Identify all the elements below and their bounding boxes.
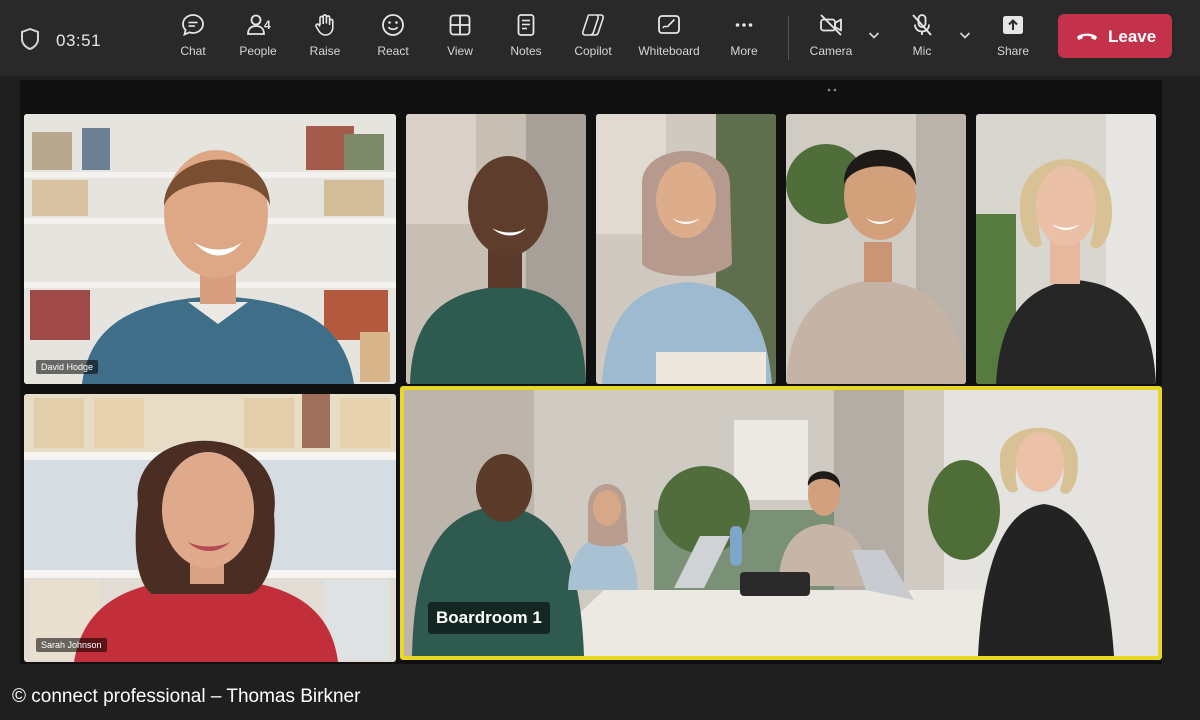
people-button[interactable]: 4 People xyxy=(226,12,290,68)
meeting-timer: 03:51 xyxy=(56,31,102,50)
copilot-label: Copilot xyxy=(574,44,612,58)
shield-icon xyxy=(21,28,39,50)
chat-button[interactable]: Chat xyxy=(161,12,225,68)
notes-button[interactable]: Notes xyxy=(494,12,558,68)
participant-video xyxy=(976,114,1156,384)
image-credit: © connect professional – Thomas Birkner xyxy=(12,686,361,707)
participant-name: David Hodge xyxy=(36,360,99,374)
raise-hand-icon xyxy=(315,14,334,36)
whiteboard-button[interactable]: Whiteboard xyxy=(634,12,704,68)
participant-name: Sarah Johnson xyxy=(36,638,107,652)
hang-up-phone-icon xyxy=(1077,33,1097,40)
participant-video xyxy=(24,114,396,384)
participant-video xyxy=(596,114,776,384)
room-name-label: Boardroom 1 xyxy=(428,602,550,634)
view-label: View xyxy=(447,44,473,58)
mic-off-icon xyxy=(912,14,932,36)
participant-video xyxy=(24,394,396,662)
camera-options-chevron-icon[interactable] xyxy=(867,28,881,42)
chat-icon xyxy=(182,14,204,37)
react-label: React xyxy=(377,44,409,58)
participant-tile-sarah-johnson[interactable]: Sarah Johnson xyxy=(24,394,396,662)
people-label: People xyxy=(239,44,277,58)
meeting-toolbar: 03:51 Chat 4 People Raise React View Not… xyxy=(0,0,1200,76)
leave-label: Leave xyxy=(1108,27,1157,46)
participant-tile-4[interactable] xyxy=(786,114,966,384)
participant-tile-5[interactable] xyxy=(976,114,1156,384)
leave-button[interactable]: Leave xyxy=(1058,14,1172,58)
mic-options-chevron-icon[interactable] xyxy=(958,28,972,42)
participant-tile-3[interactable] xyxy=(596,114,776,384)
grid-view-icon xyxy=(449,14,471,36)
share-button[interactable]: Share xyxy=(981,12,1045,68)
mic-button[interactable]: Mic xyxy=(890,12,954,68)
react-button[interactable]: React xyxy=(361,12,425,68)
stage-handle-icon xyxy=(827,88,837,92)
chat-label: Chat xyxy=(180,44,206,58)
room-tile-boardroom[interactable]: Boardroom 1 xyxy=(400,386,1162,660)
more-button[interactable]: More xyxy=(712,12,776,68)
camera-label: Camera xyxy=(809,44,853,58)
camera-button[interactable]: Camera xyxy=(799,12,863,68)
whiteboard-label: Whiteboard xyxy=(638,44,700,58)
view-button[interactable]: View xyxy=(428,12,492,68)
raise-hand-button[interactable]: Raise xyxy=(293,12,357,68)
raise-label: Raise xyxy=(309,44,341,58)
notes-label: Notes xyxy=(510,44,542,58)
toolbar-divider xyxy=(788,16,789,60)
more-label: More xyxy=(730,44,758,58)
mic-label: Mic xyxy=(912,44,932,58)
camera-off-icon xyxy=(820,14,842,36)
share-label: Share xyxy=(996,44,1030,58)
share-icon xyxy=(1003,16,1023,34)
whiteboard-icon xyxy=(658,15,680,34)
notes-icon xyxy=(517,14,535,36)
participant-tile-david-hodge[interactable]: David Hodge xyxy=(24,114,396,384)
copilot-button[interactable]: Copilot xyxy=(561,12,625,68)
participant-video xyxy=(406,114,586,384)
participant-tile-2[interactable] xyxy=(406,114,586,384)
people-count-badge: 4 xyxy=(264,18,271,32)
copilot-icon xyxy=(582,14,604,36)
smiley-icon xyxy=(382,14,404,36)
participant-video xyxy=(786,114,966,384)
more-dots-icon xyxy=(735,23,753,27)
